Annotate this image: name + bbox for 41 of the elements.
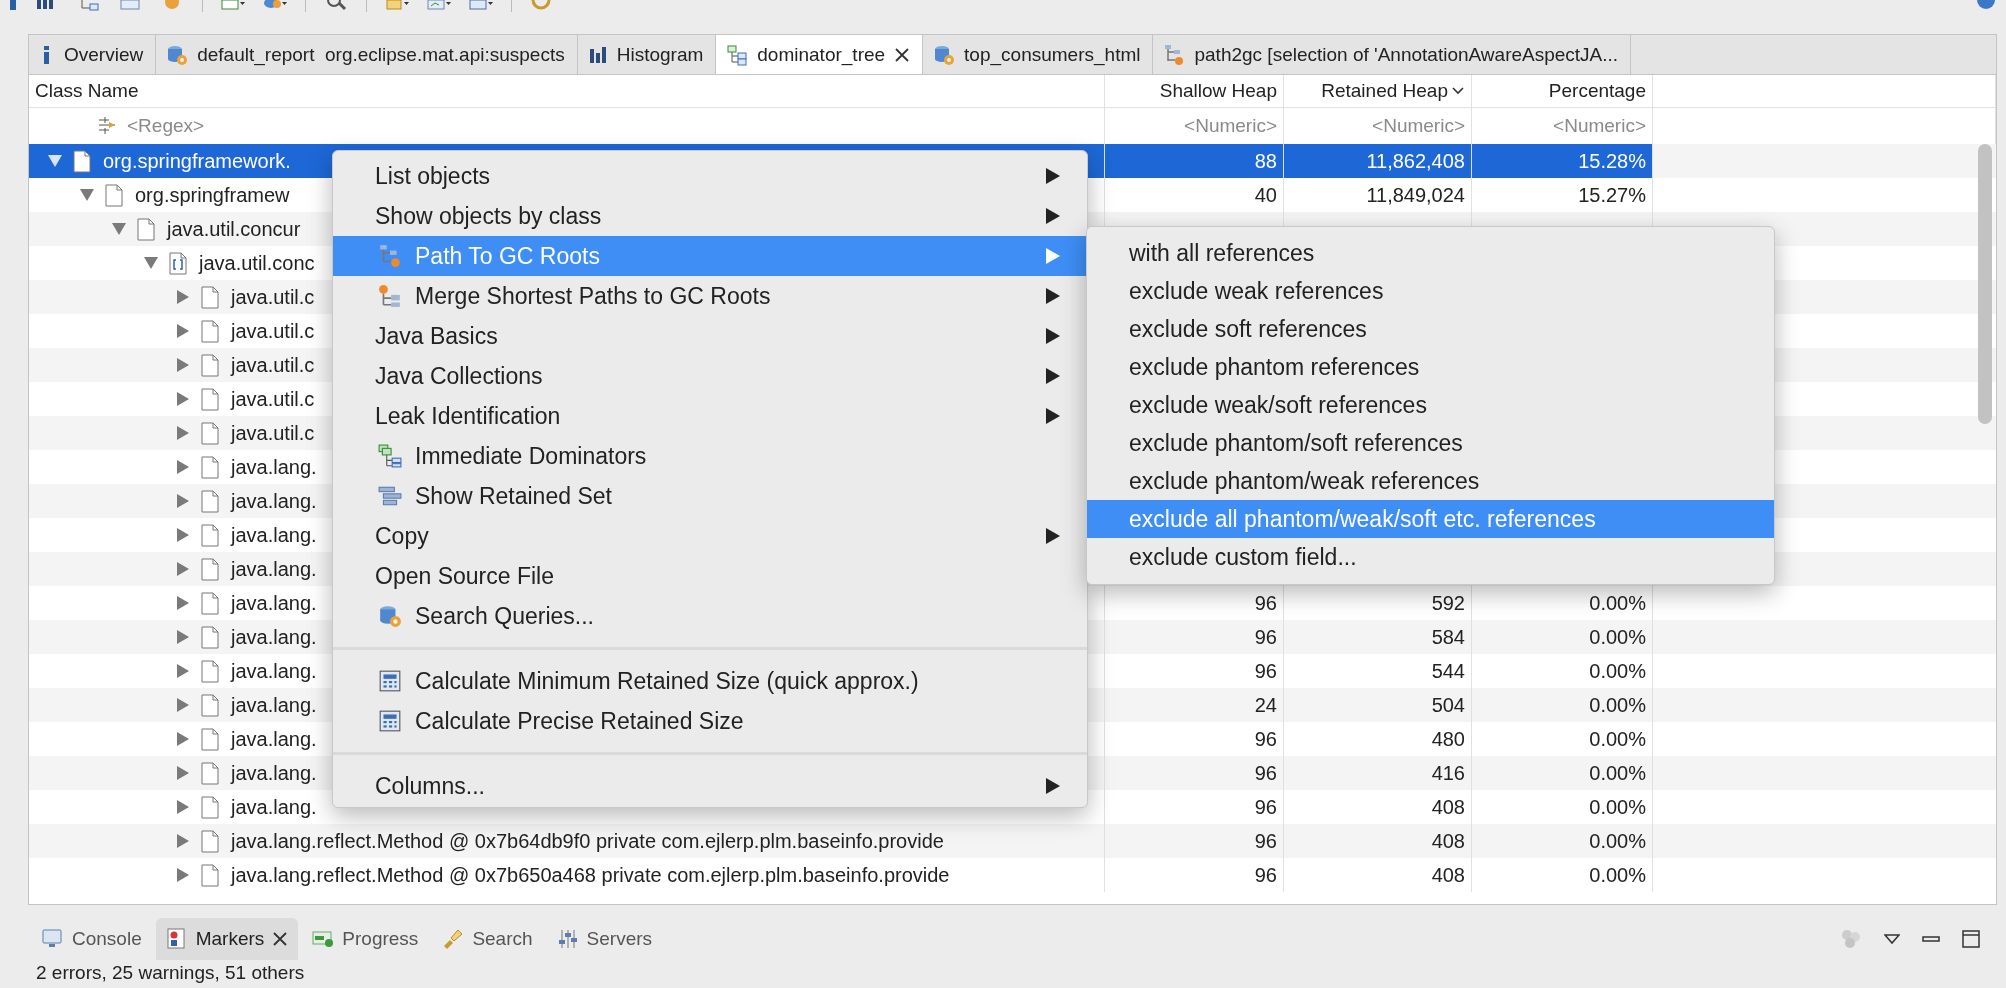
- class-name: java.lang.: [231, 591, 317, 615]
- class-name: java.lang.reflect.Method @ 0x7b650a468 private com.ejlerp.plm.baseinfo.provide: [231, 863, 950, 887]
- class-name: java.util.c: [231, 353, 315, 377]
- class-name: java.lang.: [231, 489, 317, 513]
- retained-heap-cell: 504: [1284, 688, 1472, 722]
- shallow-heap-cell: 96: [1105, 824, 1284, 858]
- class-name: java.lang.: [231, 557, 317, 581]
- class-name: java.util.conc: [199, 251, 315, 275]
- retained-heap-cell: 416: [1284, 756, 1472, 790]
- retained-heap-cell: 408: [1284, 858, 1472, 892]
- shallow-heap-cell: 24: [1105, 688, 1284, 722]
- retained-heap-cell: 408: [1284, 824, 1472, 858]
- class-name: java.lang.: [231, 693, 317, 717]
- class-name: java.util.concur: [167, 217, 301, 241]
- class-name: java.util.c: [231, 387, 315, 411]
- class-name: java.lang.: [231, 523, 317, 547]
- percentage-cell: 0.00%: [1472, 824, 1653, 858]
- class-name: org.springframew: [135, 183, 290, 207]
- class-name: java.lang.: [231, 761, 317, 785]
- shallow-heap-cell: 96: [1105, 620, 1284, 654]
- percentage-cell: 15.28%: [1472, 144, 1653, 178]
- class-name: java.lang.: [231, 455, 317, 479]
- class-name: java.lang.: [231, 625, 317, 649]
- retained-heap-cell: 11,862,408: [1284, 144, 1472, 178]
- shallow-heap-cell: 96: [1105, 756, 1284, 790]
- class-name: java.lang.: [231, 795, 317, 819]
- shallow-heap-cell: 96: [1105, 858, 1284, 892]
- class-name: java.util.c: [231, 319, 315, 343]
- shallow-heap-cell: 88: [1105, 144, 1284, 178]
- retained-heap-cell: 584: [1284, 620, 1472, 654]
- percentage-cell: 0.00%: [1472, 620, 1653, 654]
- class-name: org.springframework.: [103, 149, 291, 173]
- class-name: java.util.c: [231, 285, 315, 309]
- percentage-cell: 0.00%: [1472, 756, 1653, 790]
- percentage-cell: 0.00%: [1472, 858, 1653, 892]
- class-name: java.lang.reflect.Method @ 0x7b64db9f0 private com.ejlerp.plm.baseinfo.provide: [231, 829, 944, 853]
- class-name: java.lang.: [231, 659, 317, 683]
- status-text: 2 errors, 25 warnings, 51 others: [35, 961, 306, 984]
- percentage-cell: 0.00%: [1472, 688, 1653, 722]
- class-name: java.lang.: [231, 727, 317, 751]
- class-name: java.util.c: [231, 421, 315, 445]
